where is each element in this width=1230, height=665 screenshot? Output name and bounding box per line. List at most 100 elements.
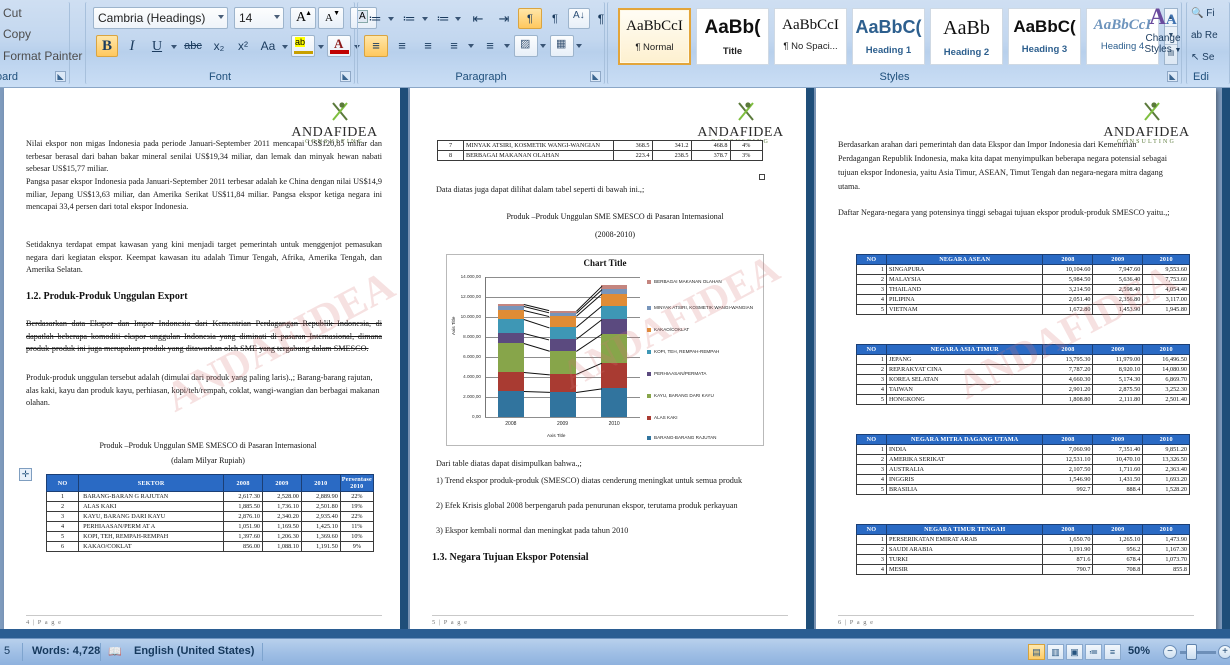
align-center-button[interactable]: ≡ bbox=[390, 35, 414, 57]
font-name-combo[interactable]: Cambria (Headings) bbox=[93, 7, 228, 29]
table-row[interactable]: 2 ALAS KAKI 1,885.50 1,736.10 2,501.80 19% bbox=[45, 501, 375, 512]
borders-chevron-down-icon[interactable] bbox=[576, 44, 582, 48]
zoom-level-label[interactable]: 50% bbox=[1128, 645, 1150, 657]
table-row[interactable]: 7 MINYAK ATSIRI, KOSMETIK WANGI-WANGIAN 36… bbox=[437, 140, 763, 151]
copy-button[interactable]: Copy bbox=[3, 27, 31, 41]
change-styles-button[interactable]: AA Change Styles ▼ bbox=[1140, 4, 1186, 66]
multilevel-chevron-down-icon[interactable] bbox=[455, 17, 461, 21]
select-button[interactable]: ↖ Se bbox=[1191, 52, 1214, 63]
justify-button[interactable]: ≡ bbox=[442, 35, 466, 57]
numbering-chevron-down-icon[interactable] bbox=[422, 17, 428, 21]
format-painter-button[interactable]: Format Painter bbox=[3, 49, 82, 63]
table-row[interactable]: 3 AUSTRALIA 2,107.50 1,711.60 2,363.40 bbox=[856, 464, 1190, 475]
increase-indent-button[interactable]: ⇥ bbox=[492, 8, 516, 29]
italic-button[interactable]: I bbox=[121, 35, 143, 57]
revised-paragraph[interactable]: Berdasarkan data Ekspor dan Impor Indone… bbox=[26, 318, 382, 356]
style-card-normal[interactable]: AaBbCcI ¶ Normal bbox=[618, 8, 691, 65]
style-card-no-spacing[interactable]: AaBbCcI ¶ No Spaci... bbox=[774, 8, 847, 65]
ltr-text-direction-button[interactable]: ¶ bbox=[518, 8, 542, 29]
table-row[interactable]: 5 HONGKONG 1,808.80 2,111.80 2,501.40 bbox=[856, 394, 1190, 405]
line-spacing-chevron-down-icon[interactable] bbox=[504, 44, 510, 48]
table-row[interactable]: 4 INGGRIS 1,546.90 1,431.50 1,693.20 bbox=[856, 474, 1190, 485]
replace-button[interactable]: ab Re bbox=[1191, 30, 1218, 41]
view-full-screen-button[interactable]: ▥ bbox=[1047, 644, 1064, 660]
paragraph-dialog-launcher-icon[interactable]: ◣ bbox=[590, 71, 601, 82]
table-move-handle-icon[interactable]: ✛ bbox=[19, 468, 32, 481]
zoom-out-button[interactable]: − bbox=[1163, 645, 1177, 659]
document-page-6[interactable]: ANDAFIDEA CONSULTING Berdasarkan arahan … bbox=[816, 88, 1216, 638]
borders-button[interactable]: ▦ bbox=[550, 35, 574, 57]
cut-button[interactable]: Cut bbox=[3, 6, 22, 20]
table-row[interactable]: 1 INDIA 7,060.90 7,351.40 9,851.20 bbox=[856, 444, 1190, 455]
table-row[interactable]: 3 KAYU, BARANG DARI KAYU 2,876.10 2,340.20 2… bbox=[45, 511, 375, 522]
table-row[interactable]: 3 THAILAND 3,214.50 2,598.40 4,054.40 bbox=[856, 284, 1190, 295]
line-spacing-button[interactable]: ≡ bbox=[478, 35, 502, 57]
font-color-button[interactable]: A bbox=[327, 35, 351, 57]
style-card-heading-3[interactable]: AaBbC( Heading 3 bbox=[1008, 8, 1081, 65]
view-draft-button[interactable]: ≡ bbox=[1104, 644, 1121, 660]
paragraph-2[interactable]: Daftar Negara-negara yang potensinya tin… bbox=[838, 206, 1180, 220]
table-row[interactable]: 1 BARANG-BARAN G RAJUTAN 2,617.30 2,528.00 2… bbox=[45, 491, 375, 502]
table-row[interactable]: 2 SAUDI ARABIA 1,191.90 956.2 1,167.30 bbox=[856, 544, 1190, 555]
shading-chevron-down-icon[interactable] bbox=[540, 44, 546, 48]
status-word-count[interactable]: Words: 4,728 bbox=[32, 645, 100, 657]
chevron-down-icon[interactable] bbox=[274, 15, 280, 19]
table-row[interactable]: 1 PERSERIKATAN EMIRAT ARAB 1,650.70 1,265.1… bbox=[856, 534, 1190, 545]
align-right-button[interactable]: ≡ bbox=[416, 35, 440, 57]
country-table-2[interactable]: NO NEGARA ASIA TIMUR 2008 2009 2010 1 JEPANG 13… bbox=[856, 344, 1190, 405]
align-left-button[interactable]: ≡ bbox=[364, 35, 388, 57]
country-table-4[interactable]: NO NEGARA TIMUR TENGAH 2008 2009 2010 1 PERSER… bbox=[856, 524, 1190, 575]
status-page-indicator[interactable]: 5 bbox=[4, 645, 10, 657]
subscript-button[interactable]: x₂ bbox=[208, 35, 230, 57]
sort-button[interactable]: A↓ bbox=[568, 8, 590, 29]
table-row[interactable]: 5 KOPI, TEH, REMPAH-REMPAH 1,397.60 1,206.3… bbox=[45, 531, 375, 542]
table-row[interactable]: 3 TURKI 871.6 678.4 1,073.70 bbox=[856, 554, 1190, 565]
document-page-4[interactable]: ANDAFIDEA CONSULTING Nilai ekspor non mi… bbox=[4, 88, 404, 638]
section-heading-1-3[interactable]: 1.3. Negara Tujuan Ekspor Potensial bbox=[432, 552, 589, 563]
table-row[interactable]: 1 JEPANG 13,795.30 11,979.00 16,496.50 bbox=[856, 354, 1190, 365]
table-row[interactable]: 2 MALAYSIA 5,984.50 5,636.40 7,753.60 bbox=[856, 274, 1190, 285]
view-print-layout-button[interactable]: ▤ bbox=[1028, 644, 1045, 660]
document-page-5[interactable]: ANDAFIDEA CONSULTING 7MINYAK ATSIRI, KOS… bbox=[410, 88, 810, 638]
underline-button[interactable]: U bbox=[146, 35, 168, 57]
superscript-button[interactable]: x² bbox=[232, 35, 254, 57]
document-canvas[interactable]: ANDAFIDEA CONSULTING Nilai ekspor non mi… bbox=[0, 88, 1230, 638]
strikethrough-button[interactable]: abc bbox=[180, 35, 206, 57]
table-row[interactable]: 2 AMERIKA SERIKAT 12,531.10 10,470.10 13,326… bbox=[856, 454, 1190, 465]
lead-text[interactable]: Data diatas juga dapat dilihat dalam tab… bbox=[436, 184, 778, 197]
decrease-indent-button[interactable]: ⇤ bbox=[466, 8, 490, 29]
style-card-heading-2[interactable]: AaBb Heading 2 bbox=[930, 8, 1003, 65]
table-row[interactable]: 4 PERHIAASAN/PERM AT A 1,051.90 1,169.50 1,4… bbox=[45, 521, 375, 532]
table-produk-unggulan[interactable]: NO SEKTOR 2008 2009 2010 Persentase 2010… bbox=[45, 474, 375, 552]
zoom-slider-handle[interactable] bbox=[1186, 644, 1197, 660]
multilevel-list-button[interactable]: ≔ bbox=[432, 8, 454, 29]
status-language[interactable]: English (United States) bbox=[134, 645, 254, 657]
chevron-down-icon[interactable] bbox=[218, 15, 224, 19]
section-heading-1-2[interactable]: 1.2. Produk-Produk Unggulan Export bbox=[26, 291, 188, 302]
font-dialog-launcher-icon[interactable]: ◣ bbox=[340, 71, 351, 82]
proofing-errors-icon[interactable]: 📖 bbox=[108, 645, 122, 658]
table-row[interactable]: 2 REP.RAKYAT CINA 7,787.20 8,920.10 14,080.9… bbox=[856, 364, 1190, 375]
bullets-chevron-down-icon[interactable] bbox=[388, 17, 394, 21]
bold-button[interactable]: B bbox=[96, 35, 118, 57]
rtl-text-direction-button[interactable]: ¶ bbox=[544, 8, 566, 29]
normal-paragraph[interactable]: Produk-produk unggulan tersebut adalah (… bbox=[26, 372, 382, 410]
style-card-heading-1[interactable]: AaBbC( Heading 1 bbox=[852, 8, 925, 65]
text-highlight-button[interactable]: ab bbox=[291, 35, 315, 57]
conclusion-1[interactable]: 1) Trend ekspor produk-produk (SMESCO) d… bbox=[436, 475, 778, 488]
style-card-title[interactable]: AaBb( Title bbox=[696, 8, 769, 65]
table-row[interactable]: 3 KOREA SELATAN 4,660.30 5,174.30 6,869.70 bbox=[856, 374, 1190, 385]
stacked-bar-chart[interactable]: Chart Title 0,00 2.000,00 4.000,00 6.000,00… bbox=[446, 254, 764, 446]
justify-chevron-down-icon[interactable] bbox=[468, 44, 474, 48]
table-row[interactable]: 6 KAKAO/COKLAT 856.00 1,088.10 1,191.50 9% bbox=[45, 541, 375, 552]
paragraph-1[interactable]: Nilai ekspor non migas Indonesia pada pe… bbox=[26, 138, 382, 176]
country-table-3[interactable]: NO NEGARA MITRA DAGANG UTAMA 2008 2009 2010 1… bbox=[856, 434, 1190, 495]
find-button[interactable]: 🔍 Fi bbox=[1191, 8, 1215, 19]
table-row[interactable]: 5 VIETNAM 1,672.80 1,453.90 1,945.80 bbox=[856, 304, 1190, 315]
highlight-chevron-down-icon[interactable] bbox=[318, 45, 324, 49]
conclusion-2[interactable]: 2) Efek Krisis global 2008 berpengaruh p… bbox=[436, 500, 778, 513]
table-produk-continued[interactable]: 7 MINYAK ATSIRI, KOSMETIK WANGI-WANGIAN 36… bbox=[437, 140, 763, 161]
view-web-layout-button[interactable]: ▣ bbox=[1066, 644, 1083, 660]
view-outline-button[interactable]: ≔ bbox=[1085, 644, 1102, 660]
conclusion-3[interactable]: 3) Ekspor kembali normal dan meningkat p… bbox=[436, 525, 778, 538]
